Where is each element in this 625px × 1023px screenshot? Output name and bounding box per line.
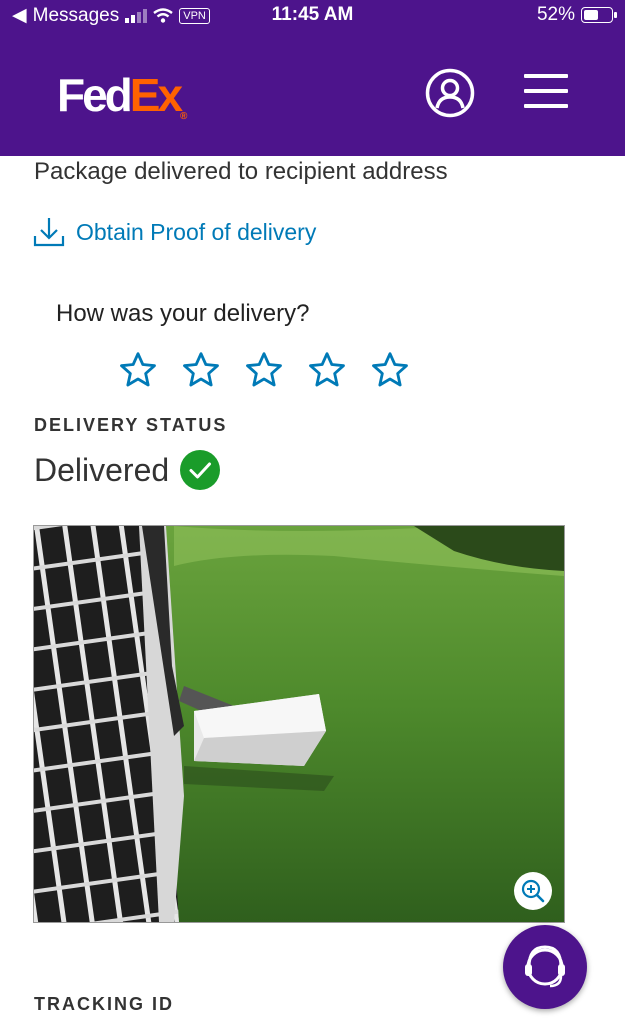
- delivery-status: Delivered: [34, 449, 221, 491]
- chat-agent-button[interactable]: [503, 925, 587, 1009]
- check-circle-icon: [180, 450, 221, 490]
- download-icon: [33, 218, 65, 247]
- fedex-logo[interactable]: FedEx®: [57, 68, 187, 122]
- star-icon[interactable]: [307, 350, 347, 390]
- battery-percent: 52%: [536, 4, 575, 25]
- delivery-message: Package delivered to recipient address: [34, 158, 448, 185]
- user-circle-icon[interactable]: [425, 68, 475, 118]
- star-icon[interactable]: [118, 350, 158, 390]
- chat-agent-icon: [525, 945, 565, 988]
- star-icon[interactable]: [370, 350, 410, 390]
- star-icon[interactable]: [181, 350, 221, 390]
- star-icon[interactable]: [244, 350, 284, 390]
- tracking-id-label: TRACKING ID: [34, 994, 174, 1014]
- delivery-photo-image: [34, 526, 564, 922]
- hamburger-menu-icon[interactable]: [524, 74, 568, 119]
- proof-link-label: Obtain Proof of delivery: [76, 218, 317, 245]
- zoom-in-icon[interactable]: [514, 872, 552, 910]
- rating-stars: [118, 350, 410, 390]
- clock: 11:45 AM: [271, 4, 354, 25]
- rating-question: How was your delivery?: [56, 300, 310, 327]
- proof-of-delivery-photo[interactable]: [33, 525, 565, 923]
- battery-icon: [581, 7, 617, 23]
- app-header: FedEx®: [0, 32, 625, 156]
- status-bar: ◀ Messages VPN 11:45 AM 52%: [0, 0, 625, 32]
- delivery-status-value: Delivered: [34, 451, 170, 488]
- delivery-status-label: DELIVERY STATUS: [34, 415, 228, 435]
- proof-of-delivery-link[interactable]: Obtain Proof of delivery: [32, 216, 316, 248]
